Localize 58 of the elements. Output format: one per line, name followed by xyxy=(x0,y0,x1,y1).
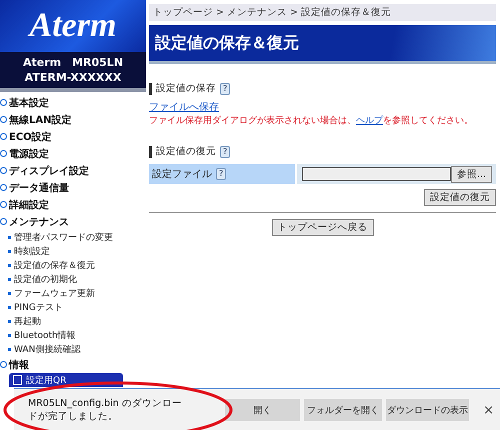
bullet-icon xyxy=(0,116,7,123)
menu-item[interactable]: ディスプレイ設定 xyxy=(0,162,146,179)
help-button[interactable]: ? xyxy=(220,146,230,158)
download-bar-button[interactable]: 開く xyxy=(224,399,300,421)
menu-item[interactable]: 基本設定 xyxy=(0,94,146,111)
help-button[interactable]: ? xyxy=(216,168,226,180)
section-heading: 設定値の復元 xyxy=(156,145,216,158)
model-label: Aterm MR05LN ATERM-XXXXXX xyxy=(0,52,146,92)
submenu-item[interactable]: PINGテスト xyxy=(0,300,146,314)
menu-item[interactable]: 情報 xyxy=(0,356,146,373)
back-to-top-button[interactable]: トップページへ戻る xyxy=(272,219,374,236)
menu-item[interactable]: ECO設定 xyxy=(0,128,146,145)
submenu-item[interactable]: ファームウェア更新 xyxy=(0,286,146,300)
menu-item[interactable]: 詳細設定 xyxy=(0,196,146,213)
submenu-item[interactable]: WAN側接続確認 xyxy=(0,342,146,356)
page-title: 設定値の保存＆復元 xyxy=(149,25,496,64)
help-button[interactable]: ? xyxy=(220,82,230,94)
section-heading: 設定値の保存 xyxy=(156,82,216,95)
bullet-icon xyxy=(8,250,11,252)
download-message: MR05LN_config.bin のダウンロードが完了しました。 xyxy=(28,397,183,423)
bullet-icon xyxy=(0,184,7,191)
submenu-item[interactable]: 管理者パスワードの変更 xyxy=(0,230,146,244)
bullet-icon xyxy=(0,150,7,157)
bullet-icon xyxy=(0,361,7,368)
bullet-icon xyxy=(0,201,7,208)
aterm-logo: Aterm xyxy=(0,0,146,52)
submenu-item[interactable]: 設定値の保存＆復元 xyxy=(0,258,146,272)
restore-button[interactable]: 設定値の復元 xyxy=(424,189,496,206)
bullet-icon xyxy=(0,99,7,106)
submenu-item[interactable]: 時刻設定 xyxy=(0,244,146,258)
help-link[interactable]: ヘルプ xyxy=(356,116,383,126)
bullet-icon xyxy=(0,218,7,225)
bullet-icon xyxy=(0,167,7,174)
submenu-item[interactable]: Bluetooth情報 xyxy=(0,328,146,342)
download-bar-button[interactable]: ダウンロードの表示 xyxy=(386,399,470,421)
field-label: 設定ファイル xyxy=(152,168,212,181)
bullet-icon xyxy=(0,133,7,140)
download-bar-button[interactable]: フォルダーを開く xyxy=(304,399,382,421)
bullet-icon xyxy=(8,264,11,266)
bullet-icon xyxy=(8,348,11,350)
browse-button[interactable]: 参照... xyxy=(450,166,492,182)
menu-item[interactable]: 無線LAN設定 xyxy=(0,111,146,128)
bullet-icon xyxy=(8,278,11,280)
menu-item[interactable]: データ通信量 xyxy=(0,179,146,196)
file-input-field[interactable] xyxy=(302,167,451,181)
breadcrumb: トップページ > メンテナンス > 設定値の保存＆復元 xyxy=(149,4,496,21)
submenu-item[interactable]: 設定値の初期化 xyxy=(0,272,146,286)
close-button[interactable]: × xyxy=(477,402,500,418)
save-to-file-link[interactable]: ファイルへ保存 xyxy=(149,102,219,113)
help-note: ファイル保存用ダイアログが表示されない場合は、ヘルプを参照してください。 xyxy=(149,114,474,127)
bullet-icon xyxy=(8,334,11,336)
bullet-icon xyxy=(8,236,11,238)
menu-item[interactable]: メンテナンス xyxy=(0,213,146,230)
submenu-item[interactable]: 再起動 xyxy=(0,314,146,328)
bullet-icon xyxy=(8,320,11,322)
bullet-icon xyxy=(8,292,11,294)
menu-item[interactable]: 電源設定 xyxy=(0,145,146,162)
bullet-icon xyxy=(8,306,11,308)
